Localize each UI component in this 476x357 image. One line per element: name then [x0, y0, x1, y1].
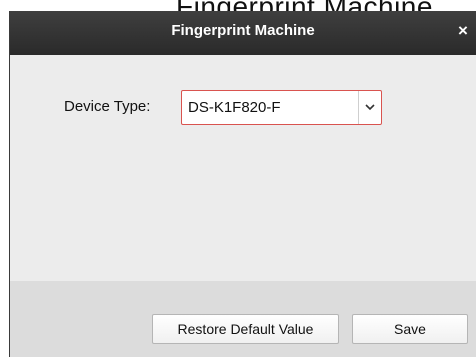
dialog-title: Fingerprint Machine [171, 22, 315, 39]
device-type-value: DS-K1F820-F [188, 99, 281, 116]
close-icon: × [458, 21, 468, 40]
device-type-dropdown-button[interactable] [358, 91, 381, 124]
save-button[interactable]: Save [352, 314, 468, 344]
fingerprint-machine-dialog: Fingerprint Machine × Device Type: DS-K1… [9, 11, 476, 357]
device-type-select[interactable]: DS-K1F820-F [181, 90, 382, 125]
restore-default-value-button[interactable]: Restore Default Value [152, 314, 339, 344]
device-type-label: Device Type: [64, 98, 151, 115]
dialog-titlebar[interactable]: Fingerprint Machine × [10, 11, 476, 55]
chevron-down-icon [365, 104, 375, 111]
dialog-footer: Restore Default Value Save [10, 281, 476, 357]
close-button[interactable]: × [456, 22, 470, 40]
dialog-content: Device Type: DS-K1F820-F [10, 55, 476, 281]
page: Fingerprint Machine Fingerprint Machine … [0, 0, 476, 357]
